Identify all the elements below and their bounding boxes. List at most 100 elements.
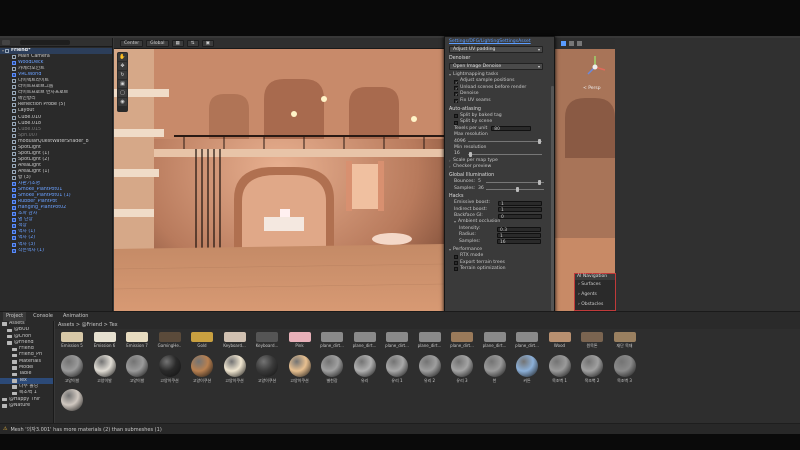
backface-field[interactable]: 0 bbox=[498, 213, 542, 220]
material-thumbnail[interactable] bbox=[353, 355, 376, 377]
scene-view[interactable] bbox=[114, 49, 444, 314]
add-button[interactable] bbox=[2, 39, 10, 45]
asset-label: 유리 1 bbox=[391, 378, 403, 383]
checkbox[interactable]: ✓ bbox=[454, 79, 458, 84]
material-thumbnail[interactable] bbox=[126, 332, 148, 342]
checkbox-row[interactable]: Terrain optimization bbox=[449, 266, 551, 272]
radius-field[interactable]: 1 bbox=[497, 232, 541, 239]
move-tool-icon[interactable]: ✥ bbox=[118, 62, 127, 70]
tab-animation[interactable]: Animation bbox=[60, 312, 92, 321]
padding-dropdown[interactable]: Adjust UV padding bbox=[449, 46, 543, 53]
increment-button[interactable]: ▣ bbox=[201, 39, 214, 47]
material-thumbnail[interactable] bbox=[191, 332, 213, 342]
transform-tool-icon[interactable]: ◉ bbox=[118, 98, 127, 106]
project-tree-list: Assets @BUD @Chori @Friend Friend Friend_Pri M… bbox=[0, 321, 53, 409]
checkbox-row[interactable]: ✓ Fix UV seams bbox=[449, 98, 551, 104]
material-thumbnail[interactable] bbox=[61, 355, 83, 377]
material-thumbnail[interactable] bbox=[158, 355, 181, 377]
grid-button[interactable]: ▦ bbox=[171, 39, 184, 47]
settings-asset-link[interactable]: Settings/DFG/LightingSettingsAsset bbox=[449, 39, 551, 45]
material-thumbnail[interactable] bbox=[288, 355, 311, 377]
material-thumbnail[interactable] bbox=[191, 355, 213, 377]
snap-button[interactable]: ⇅ bbox=[186, 39, 199, 47]
project-tree-item[interactable]: @Nature bbox=[0, 403, 53, 409]
status-message[interactable]: Mesh '의자3.001' has more materials (2) th… bbox=[10, 426, 161, 433]
slider-knob[interactable] bbox=[469, 151, 473, 157]
checkbox[interactable] bbox=[454, 260, 458, 265]
checkbox[interactable]: ✓ bbox=[454, 98, 458, 103]
checkbox[interactable] bbox=[454, 267, 458, 272]
min-res-slider[interactable] bbox=[468, 151, 542, 157]
material-thumbnail[interactable] bbox=[581, 332, 603, 342]
hand-tool-icon[interactable]: ✋ bbox=[118, 53, 127, 61]
material-thumbnail[interactable] bbox=[93, 355, 116, 377]
space-dropdown[interactable]: Global bbox=[146, 39, 169, 47]
slider-track bbox=[486, 182, 544, 184]
material-thumbnail[interactable] bbox=[483, 332, 506, 342]
checker-foldout[interactable]: › Checker preview bbox=[449, 164, 551, 170]
material-thumbnail[interactable] bbox=[613, 355, 636, 377]
material-thumbnail[interactable] bbox=[386, 355, 408, 377]
rect-tool-icon[interactable]: ▢ bbox=[118, 89, 127, 97]
material-thumbnail[interactable] bbox=[581, 355, 603, 377]
denoiser-dropdown[interactable]: Open Image Denoise bbox=[449, 63, 543, 70]
pivot-dropdown[interactable]: Center bbox=[120, 39, 144, 47]
gameobject-cube-icon bbox=[12, 127, 16, 132]
material-thumbnail[interactable] bbox=[126, 355, 148, 377]
material-thumbnail[interactable] bbox=[223, 355, 246, 377]
slider-knob[interactable] bbox=[538, 180, 542, 186]
material-thumbnail[interactable] bbox=[158, 332, 181, 342]
texels-field[interactable]: 80 bbox=[491, 126, 532, 132]
material-thumbnail[interactable] bbox=[353, 332, 376, 342]
material-thumbnail[interactable] bbox=[61, 332, 83, 342]
material-thumbnail[interactable] bbox=[451, 332, 473, 342]
project-breadcrumb[interactable]: Assets > @Friend > Tex bbox=[55, 321, 800, 329]
material-thumbnail[interactable] bbox=[93, 332, 116, 342]
ai-surfaces[interactable]: › Surfaces bbox=[575, 280, 615, 290]
scene-render bbox=[114, 49, 444, 314]
slider-knob[interactable] bbox=[516, 186, 520, 192]
material-thumbnail[interactable] bbox=[516, 355, 538, 377]
tab-project[interactable]: Project bbox=[3, 312, 27, 321]
persp-label[interactable]: < Persp bbox=[583, 86, 601, 91]
hierarchy-row[interactable]: 작은액자 (1) bbox=[0, 248, 112, 254]
ai-obstacles[interactable]: › Obstacles bbox=[575, 300, 615, 310]
checkbox[interactable] bbox=[454, 120, 458, 125]
material-thumbnail[interactable] bbox=[223, 332, 246, 342]
material-thumbnail[interactable] bbox=[386, 332, 408, 342]
intensity-field[interactable]: 0.3 bbox=[497, 226, 541, 233]
scale-tool-icon[interactable]: ▣ bbox=[118, 80, 127, 88]
popup-scrollbar[interactable] bbox=[551, 86, 554, 311]
max-res-slider[interactable] bbox=[468, 139, 542, 145]
material-thumbnail[interactable] bbox=[288, 332, 311, 342]
checkbox[interactable]: ✓ bbox=[454, 92, 458, 97]
material-thumbnail[interactable] bbox=[548, 332, 571, 342]
material-thumbnail[interactable] bbox=[418, 332, 441, 342]
material-thumbnail[interactable] bbox=[613, 332, 636, 342]
emissive-field[interactable]: 1 bbox=[498, 200, 542, 207]
samples-slider[interactable] bbox=[486, 186, 544, 192]
material-thumbnail[interactable] bbox=[61, 389, 83, 411]
material-thumbnail[interactable] bbox=[418, 355, 441, 377]
material-thumbnail[interactable] bbox=[483, 355, 506, 377]
indirect-field[interactable]: 1 bbox=[498, 207, 542, 213]
ao-samples-field[interactable]: 16 bbox=[497, 239, 541, 245]
material-thumbnail[interactable] bbox=[516, 332, 538, 342]
checkbox[interactable] bbox=[454, 254, 458, 259]
orientation-gizmo-icon[interactable] bbox=[580, 52, 610, 82]
hierarchy-search-input[interactable] bbox=[20, 39, 70, 45]
material-thumbnail[interactable] bbox=[256, 332, 278, 342]
bounces-slider[interactable] bbox=[486, 180, 544, 186]
checkbox[interactable] bbox=[454, 114, 458, 119]
material-thumbnail[interactable] bbox=[451, 355, 473, 377]
material-thumbnail[interactable] bbox=[321, 332, 343, 342]
ai-agents[interactable]: › Agents bbox=[575, 290, 615, 300]
checkbox[interactable]: ✓ bbox=[454, 85, 458, 90]
rotate-tool-icon[interactable]: ↻ bbox=[118, 71, 127, 79]
material-thumbnail[interactable] bbox=[548, 355, 571, 377]
tab-console[interactable]: Console bbox=[30, 312, 56, 321]
slider-knob[interactable] bbox=[537, 139, 541, 145]
material-thumbnail[interactable] bbox=[321, 355, 343, 377]
samples-value[interactable]: 36 bbox=[478, 186, 486, 192]
material-thumbnail[interactable] bbox=[256, 355, 278, 377]
